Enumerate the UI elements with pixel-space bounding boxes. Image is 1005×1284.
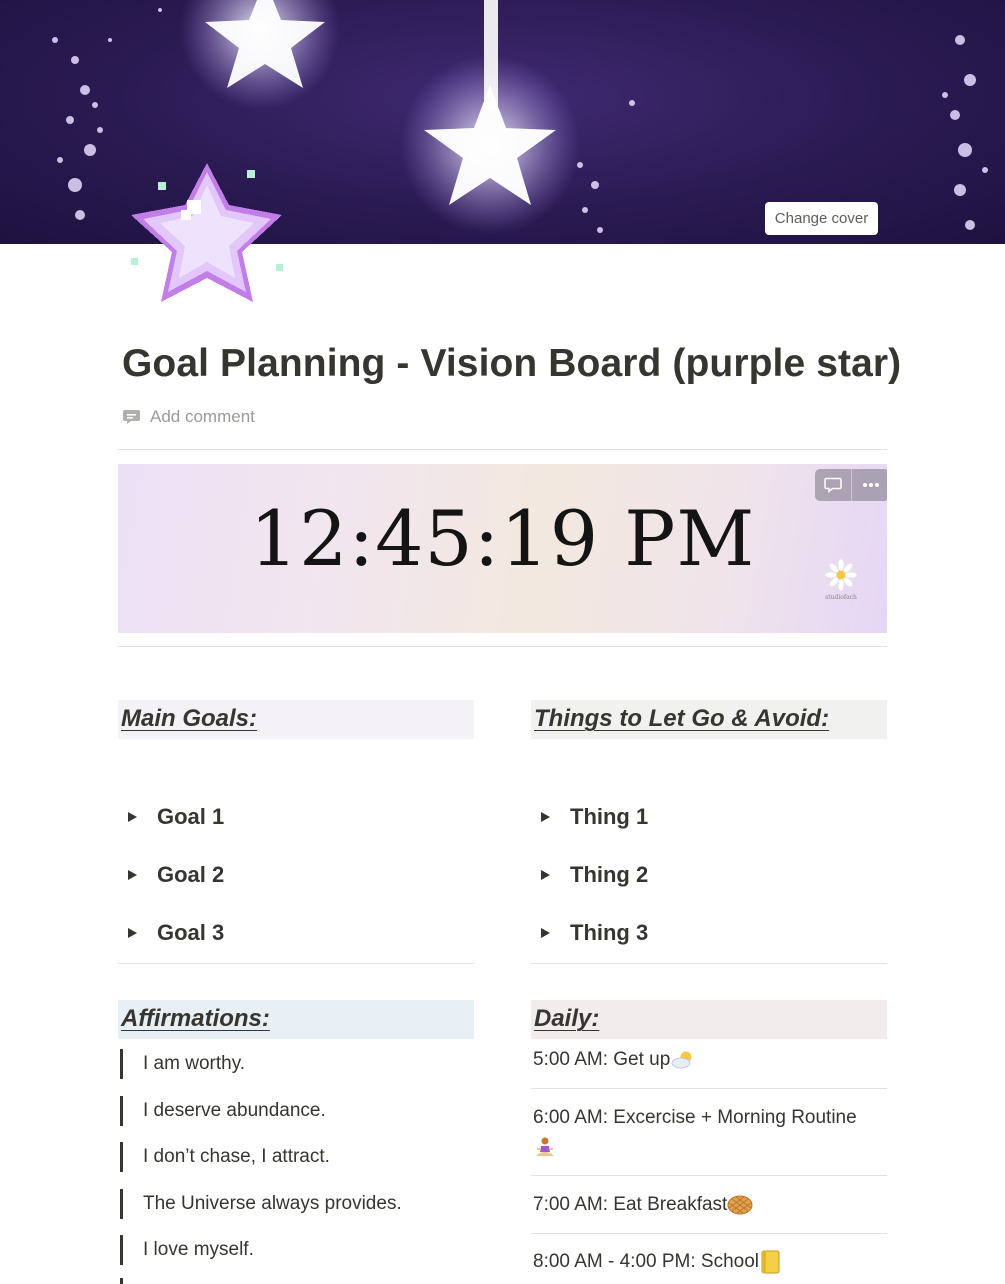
toggle-thing-3[interactable]: Thing 3 [533,913,648,953]
toggle-triangle-icon[interactable] [120,805,144,829]
affirmation-text: I deserve abundance. [143,1100,326,1121]
daily-item-text: 6:00 AM: Excercise + Morning Routine [533,1107,857,1128]
affirmations-heading[interactable]: Affirmations: [118,1000,474,1039]
divider [118,449,887,450]
toggle-goal-1[interactable]: Goal 1 [120,797,224,837]
change-cover-button[interactable]: Change cover [765,202,878,235]
toggle-label: Goal 1 [157,804,225,829]
toggle-thing-1[interactable]: Thing 1 [533,797,648,837]
page-title[interactable]: Goal Planning - Vision Board (purple sta… [122,342,901,386]
sun-behind-cloud-icon [671,1051,692,1069]
let-go-heading-text: Things to Let Go & Avoid: [534,705,830,732]
main-goals-heading-text: Main Goals: [121,705,258,732]
quote-block[interactable]: I don’t chase, I attract. [120,1140,330,1174]
clock-time: 12:45:19 PM [249,494,756,583]
daily-heading-text: Daily: [534,1005,600,1032]
toggle-triangle-icon[interactable] [533,863,557,887]
quote-bar [120,1049,123,1079]
daily-item-text: 5:00 AM: Get up [533,1049,671,1070]
toggle-label: Thing 3 [570,920,649,945]
notebook-icon [761,1250,780,1274]
quote-bar [120,1096,123,1126]
embed-actions [815,469,887,501]
divider [531,1233,887,1234]
toggle-label: Goal 2 [157,862,225,887]
daisy-icon [824,558,858,592]
quote-bar [120,1189,123,1219]
daily-item[interactable]: 5:00 AM: Get up [533,1045,887,1075]
affirmation-text: I love myself. [143,1239,254,1260]
quote-bar [120,1142,123,1172]
daily-item[interactable]: 6:00 AM: Excercise + Morning Routine [533,1103,887,1163]
quote-block[interactable]: I deserve abundance. [120,1094,326,1128]
toggle-thing-2[interactable]: Thing 2 [533,855,648,895]
brand-badge: studiofach [823,558,859,601]
affirmation-text: The Universe always provides. [143,1193,402,1214]
comment-icon [824,477,842,493]
purple-pixel-star-icon[interactable] [125,160,290,305]
add-comment-label: Add comment [150,407,255,426]
toggle-goal-2[interactable]: Goal 2 [120,855,224,895]
embed-more-button[interactable] [852,469,887,501]
divider [531,1088,887,1089]
divider [531,963,887,964]
divider [531,1175,887,1176]
person-in-lotus-position-icon [536,1137,554,1156]
comment-icon [123,410,140,424]
quote-block[interactable]: I am worthy. [120,1047,245,1081]
add-comment-button[interactable]: Add comment [122,404,255,430]
embed-comment-button[interactable] [815,469,852,501]
quote-block[interactable]: The Universe always provides. [120,1187,402,1221]
toggle-triangle-icon[interactable] [120,921,144,945]
quote-block[interactable]: I love myself. [120,1233,254,1267]
daily-item-text: 7:00 AM: Eat Breakfast [533,1194,728,1215]
daily-heading[interactable]: Daily: [531,1000,887,1039]
toggle-triangle-icon[interactable] [533,921,557,945]
affirmation-text: I don’t chase, I attract. [143,1146,330,1167]
waffle-icon [727,1195,753,1215]
more-icon [862,483,879,487]
main-goals-heading[interactable]: Main Goals: [118,700,474,739]
toggle-label: Goal 3 [157,920,225,945]
quote-bar [120,1235,123,1265]
brand-label: studiofach [825,594,857,601]
daily-item-text: 8:00 AM - 4:00 PM: School [533,1251,760,1272]
quote-bar [120,1278,123,1284]
divider [118,646,887,647]
toggle-label: Thing 1 [570,804,649,829]
toggle-triangle-icon[interactable] [533,805,557,829]
toggle-label: Thing 2 [570,862,649,887]
affirmations-heading-text: Affirmations: [121,1005,270,1032]
daily-item[interactable]: 7:00 AM: Eat Breakfast [533,1190,887,1220]
let-go-heading[interactable]: Things to Let Go & Avoid: [531,700,887,739]
affirmation-text: I am worthy. [143,1053,246,1074]
daily-item[interactable]: 8:00 AM - 4:00 PM: School [533,1247,887,1277]
clock-widget[interactable]: 12:45:19 PM studiofach [118,464,887,633]
divider [118,963,474,964]
toggle-triangle-icon[interactable] [120,863,144,887]
toggle-goal-3[interactable]: Goal 3 [120,913,224,953]
